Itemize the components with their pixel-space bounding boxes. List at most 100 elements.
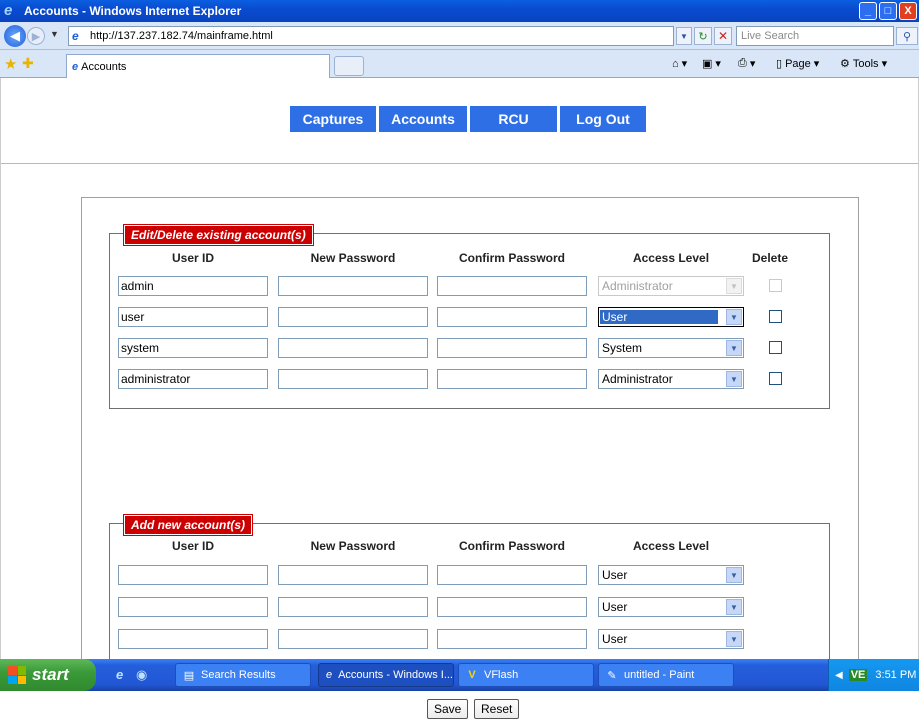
access-level-value: System [602, 341, 643, 355]
chevron-down-icon: ▼ [726, 278, 742, 294]
stop-button[interactable]: ✕ [714, 27, 732, 45]
reset-button[interactable]: Reset [474, 699, 520, 719]
accounts-panel: Edit/Delete existing account(s) User ID … [81, 197, 859, 719]
tray-arrow-icon[interactable]: ◀ [835, 670, 843, 681]
edit-access-level-select[interactable]: Administrator ▼ [598, 369, 744, 389]
edit-user-id-field[interactable]: admin [118, 276, 268, 296]
window-controls: _ □ X [859, 2, 917, 20]
feeds-button[interactable]: ▣ ▾ [702, 57, 721, 70]
add-user-id-field[interactable] [118, 597, 268, 617]
start-button[interactable]: start [0, 659, 96, 691]
chevron-down-icon: ▼ [726, 340, 742, 356]
add-favorites-icon[interactable]: ✚ [22, 55, 34, 72]
recent-pages-dropdown[interactable]: ▼ [50, 29, 59, 39]
edit-new-password-field[interactable] [278, 276, 428, 296]
chevron-down-icon: ▼ [726, 309, 742, 325]
nav-captures[interactable]: Captures [290, 106, 376, 132]
add-new-password-field[interactable] [278, 629, 428, 649]
taskbar-item-vflash[interactable]: V VFlash [458, 663, 594, 687]
taskbar-item-accounts[interactable]: e Accounts - Windows I... [318, 663, 454, 687]
edit-user-id-field[interactable]: system [118, 338, 268, 358]
edit-user-id-field[interactable]: user [118, 307, 268, 327]
tray-badge-icon[interactable]: VE [848, 669, 868, 681]
access-level-value: User [602, 600, 628, 614]
tools-menu[interactable]: ⚙ Tools ▾ [840, 57, 887, 71]
refresh-button[interactable]: ↻ [694, 27, 712, 45]
url-text: http://137.237.182.74/mainframe.html [90, 30, 273, 42]
paint-icon: ✎ [607, 669, 617, 682]
add-new-password-field[interactable] [278, 565, 428, 585]
col-user-id: User ID [171, 539, 215, 553]
add-accounts-legend: Add new account(s) [122, 514, 254, 536]
edit-access-level-select[interactable]: System ▼ [598, 338, 744, 358]
add-user-id-field[interactable] [118, 565, 268, 585]
add-confirm-password-field[interactable] [437, 629, 587, 649]
feeds-icon: ▣ [702, 58, 713, 70]
search-icon[interactable]: ⚲ [896, 27, 918, 45]
new-tab-button[interactable] [334, 56, 364, 76]
taskbar-item-paint[interactable]: ✎ untitled - Paint [598, 663, 734, 687]
edit-delete-checkbox[interactable] [769, 372, 782, 385]
edit-new-password-field[interactable] [278, 338, 428, 358]
edit-confirm-password-field[interactable] [437, 276, 587, 296]
chevron-down-icon: ▼ [726, 371, 742, 387]
access-level-value: User [602, 568, 628, 582]
add-confirm-password-field[interactable] [437, 565, 587, 585]
print-button[interactable]: ⎙ ▾ [738, 57, 755, 70]
back-button[interactable]: ◀ [4, 25, 26, 47]
minimize-button[interactable]: _ [859, 2, 877, 20]
add-access-level-select[interactable]: User ▼ [598, 629, 744, 649]
edit-confirm-password-field[interactable] [437, 369, 587, 389]
quicklaunch-browser-icon[interactable]: ◉ [136, 667, 147, 683]
url-dropdown-button[interactable]: ▼ [676, 27, 692, 45]
quicklaunch-ie-icon[interactable]: e [116, 667, 123, 682]
window-title-bar[interactable]: e Accounts - Windows Internet Explorer _… [0, 0, 919, 22]
taskbar-item-search-results[interactable]: ▤ Search Results [175, 663, 311, 687]
nav-rcu[interactable]: RCU [470, 106, 557, 132]
add-user-id-field[interactable] [118, 629, 268, 649]
add-confirm-password-field[interactable] [437, 597, 587, 617]
nav-accounts[interactable]: Accounts [379, 106, 467, 132]
edit-user-id-field[interactable]: administrator [118, 369, 268, 389]
edit-access-level-select[interactable]: User ▼ [598, 307, 744, 327]
col-confirm-password: Confirm Password [458, 539, 566, 553]
edit-confirm-password-field[interactable] [437, 307, 587, 327]
chevron-down-icon: ▼ [726, 599, 742, 615]
url-field[interactable]: e http://137.237.182.74/mainframe.html [68, 26, 674, 46]
access-level-value: User [600, 310, 718, 324]
col-new-password: New Password [310, 251, 396, 265]
address-bar: ◀ ▶ ▼ e http://137.237.182.74/mainframe.… [0, 22, 919, 50]
edit-confirm-password-field[interactable] [437, 338, 587, 358]
edit-delete-checkbox[interactable] [769, 341, 782, 354]
page-icon: e [72, 29, 79, 43]
page-menu[interactable]: ▯ Page ▾ [776, 57, 819, 71]
favorites-star-icon[interactable]: ★ [4, 55, 17, 73]
ie-tab-icon: e [72, 60, 79, 73]
chevron-down-icon: ▼ [726, 631, 742, 647]
col-access-level: Access Level [632, 251, 710, 265]
edit-new-password-field[interactable] [278, 369, 428, 389]
home-icon: ⌂ [672, 57, 679, 70]
close-button[interactable]: X [899, 2, 917, 20]
save-button[interactable]: Save [427, 699, 469, 719]
tab-accounts[interactable]: e Accounts [66, 54, 330, 78]
add-new-password-field[interactable] [278, 597, 428, 617]
edit-delete-checkbox[interactable] [769, 310, 782, 323]
main-nav: Captures Accounts RCU Log Out [290, 106, 646, 132]
home-button[interactable]: ⌂ ▾ [672, 57, 687, 71]
page-viewport: Captures Accounts RCU Log Out Edit/Delet… [0, 78, 919, 719]
add-access-level-select[interactable]: User ▼ [598, 597, 744, 617]
edit-new-password-field[interactable] [278, 307, 428, 327]
add-access-level-select[interactable]: User ▼ [598, 565, 744, 585]
header-frame: Captures Accounts RCU Log Out [1, 78, 918, 164]
ie-logo-icon: e [4, 2, 13, 19]
edit-delete-checkbox [769, 279, 782, 292]
chevron-down-icon: ▼ [726, 567, 742, 583]
maximize-button[interactable]: □ [879, 2, 897, 20]
nav-log-out[interactable]: Log Out [560, 106, 646, 132]
clock: 3:51 PM [875, 669, 917, 681]
live-search-input[interactable]: Live Search [736, 26, 894, 46]
forward-button[interactable]: ▶ [27, 27, 45, 45]
edit-accounts-legend: Edit/Delete existing account(s) [123, 224, 314, 246]
start-label: start [32, 665, 69, 684]
